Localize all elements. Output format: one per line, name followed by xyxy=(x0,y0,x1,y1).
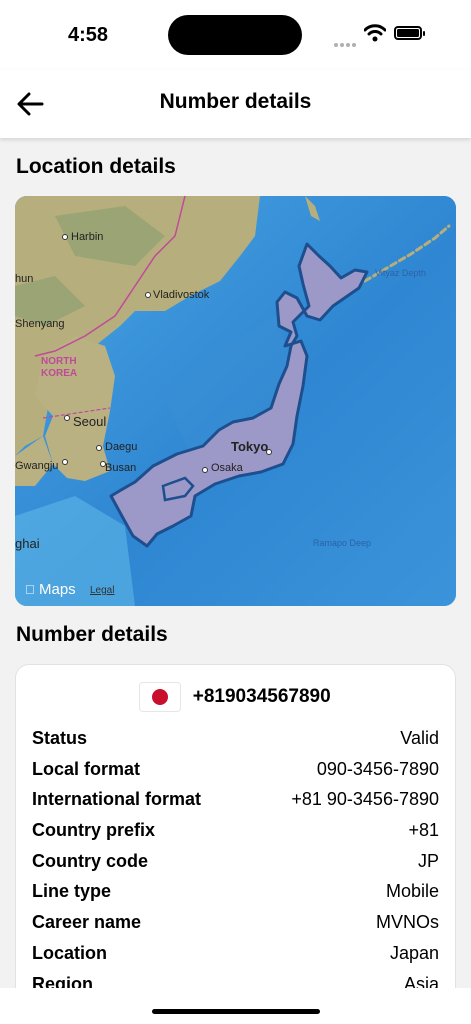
detail-row-country-code: Country code JP xyxy=(32,846,439,877)
status-bar: 4:58 xyxy=(0,0,471,70)
osaka-dot xyxy=(202,467,208,473)
detail-value: Valid xyxy=(400,728,439,748)
detail-row-local-format: Local format 090-3456-7890 xyxy=(32,754,439,785)
home-indicator-area xyxy=(0,988,471,1024)
map-label-north-korea-1: NORTH xyxy=(41,356,77,367)
cellular-signal-icon xyxy=(334,34,358,52)
detail-row-country-prefix: Country prefix +81 xyxy=(32,815,439,846)
detail-label: International format xyxy=(32,789,202,810)
detail-value: JP xyxy=(417,850,439,871)
detail-value: +81 90-3456-7890 xyxy=(291,789,439,810)
detail-row-status: Status Valid xyxy=(32,723,439,754)
detail-label: Country code xyxy=(32,850,149,871)
detail-row-career-name: Career name MVNOs xyxy=(32,907,439,938)
map-label-busan: Busan xyxy=(105,462,136,474)
battery-icon xyxy=(394,26,425,40)
number-details-card: +819034567890 Status Valid Local format 09… xyxy=(15,664,456,1024)
detail-label: Location xyxy=(32,942,107,963)
map-label-gwangju: Gwangju xyxy=(15,460,58,472)
detail-value: 090-3456-7890 xyxy=(316,758,439,779)
map-label-shenyang: Shenyang xyxy=(15,318,65,330)
location-section-title: Location details xyxy=(16,155,176,178)
japan-flag-icon xyxy=(140,683,181,711)
navigation-bar: Number details xyxy=(0,70,471,138)
detail-label: Career name xyxy=(32,912,142,933)
detail-value: Mobile xyxy=(385,881,439,902)
map-label-seoul: Seoul xyxy=(73,414,106,429)
daegu-dot xyxy=(96,445,102,451)
svg-text::  xyxy=(25,582,35,597)
detail-value: +81 xyxy=(408,820,439,841)
legal-link[interactable]: Legal xyxy=(90,585,114,596)
page-title: Number details xyxy=(159,90,312,113)
detail-label: Line type xyxy=(32,881,112,902)
wifi-icon xyxy=(364,24,386,42)
phone-number: +819034567890 xyxy=(192,686,331,707)
status-time: 4:58 xyxy=(68,24,109,46)
detail-row-line-type: Line type Mobile xyxy=(32,876,439,907)
map-label-daegu: Daegu xyxy=(105,441,137,453)
map-label-harbin: Harbin xyxy=(71,231,103,243)
map-label-osaka: Osaka xyxy=(211,462,244,474)
detail-label: Local format xyxy=(32,758,141,779)
gwangju-dot xyxy=(62,459,68,465)
detail-row-international-format: International format +81 90-3456-7890 xyxy=(32,784,439,815)
detail-label: Status xyxy=(32,728,88,748)
map-label-north-korea-2: KOREA xyxy=(41,368,77,379)
map-label-ghai: ghai xyxy=(15,536,40,551)
apple-maps-logo:  Maps xyxy=(25,581,76,598)
dynamic-island xyxy=(168,15,302,55)
vladivostok-dot xyxy=(145,292,151,298)
maps-attribution: Maps xyxy=(39,581,76,598)
home-indicator[interactable] xyxy=(152,1009,320,1014)
detail-label: Country prefix xyxy=(32,820,156,841)
location-map[interactable]: Harbin Vladivostok hun Shenyang Seoul Da… xyxy=(15,196,456,606)
map-label-tokyo: Tokyo xyxy=(231,439,268,454)
map-label-vityaz-depth: Vityaz Depth xyxy=(375,268,426,278)
details-section-title: Number details xyxy=(16,623,168,646)
detail-row-location: Location Japan xyxy=(32,938,439,969)
map-label-hun: hun xyxy=(15,273,33,285)
seoul-dot xyxy=(64,415,70,421)
harbin-dot xyxy=(62,234,68,240)
detail-value: MVNOs xyxy=(376,912,439,933)
map-label-ramapo-deep: Ramapo Deep xyxy=(313,538,371,548)
detail-value: Japan xyxy=(389,942,439,963)
map-label-vladivostok: Vladivostok xyxy=(153,289,210,301)
details-list: Status Valid Local format 090-3456-7890 In… xyxy=(32,723,439,999)
phone-number-row: +819034567890 xyxy=(16,683,455,711)
